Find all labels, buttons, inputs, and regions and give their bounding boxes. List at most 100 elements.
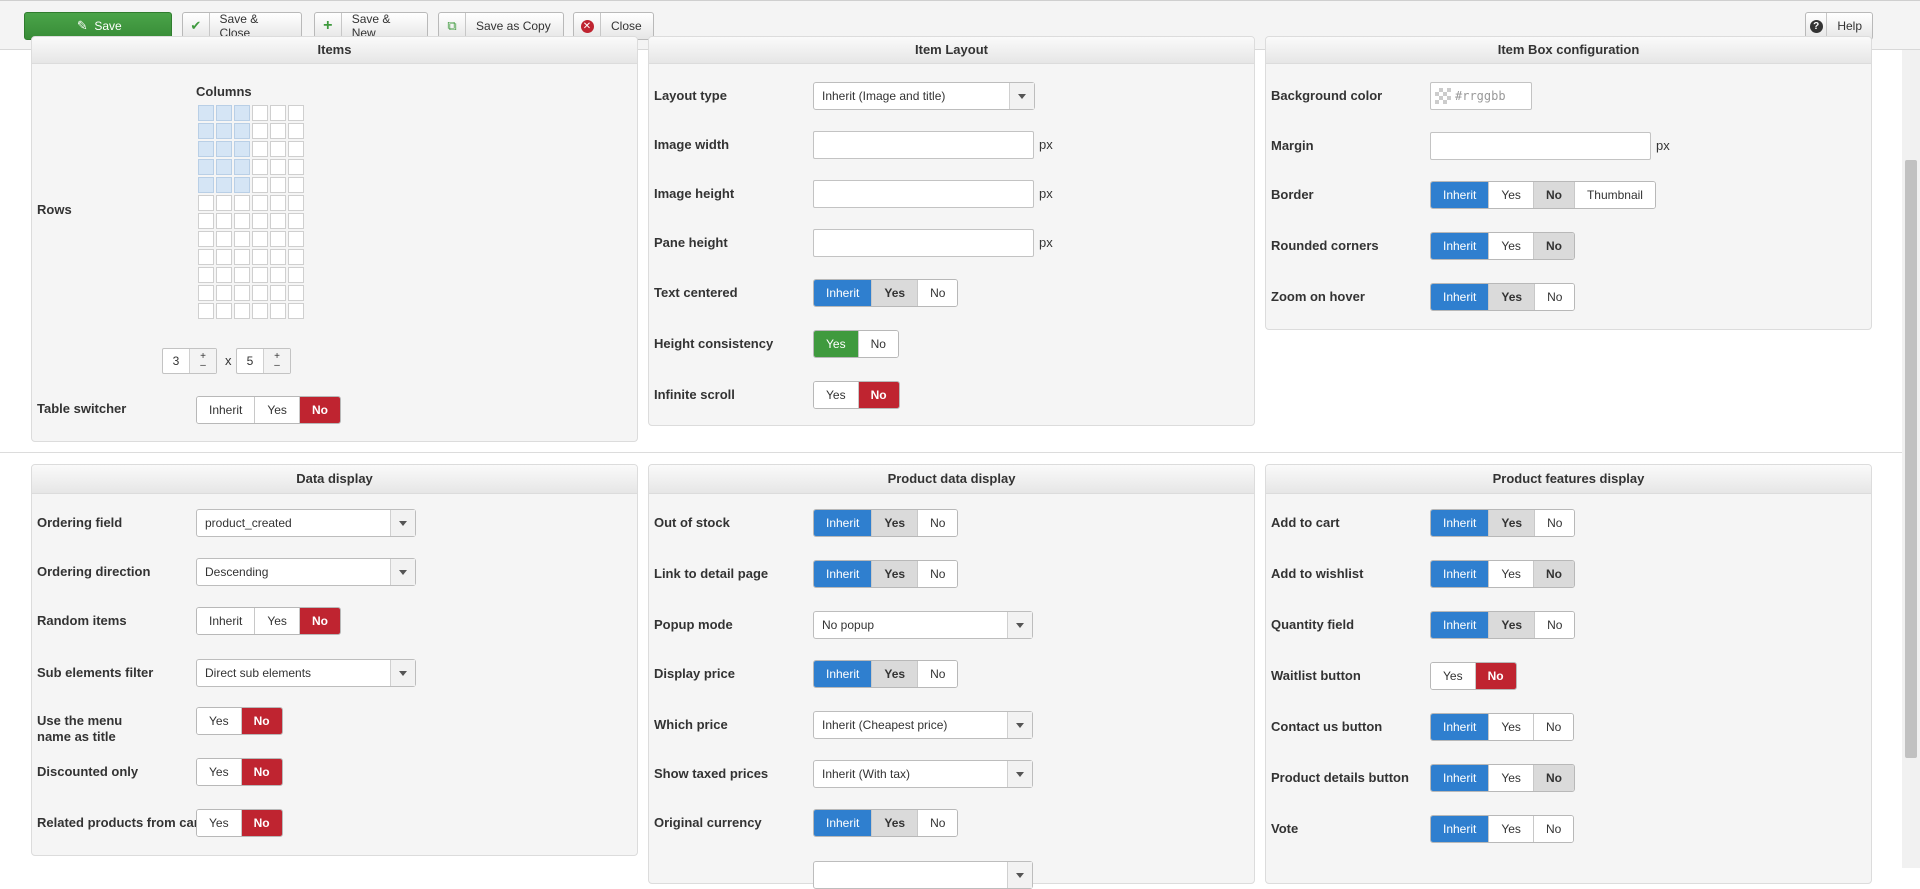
related-products-label: Related products from car [37, 815, 196, 830]
link-detail-no[interactable]: No [918, 561, 958, 587]
waitlist-button-no[interactable]: No [1475, 663, 1516, 689]
random-items-inherit[interactable]: Inherit [197, 608, 256, 634]
add-to-wishlist-no[interactable]: No [1533, 561, 1574, 587]
related-products-yes[interactable]: Yes [197, 810, 242, 836]
original-currency-yes[interactable]: Yes [872, 810, 919, 836]
vote-no[interactable]: No [1533, 816, 1574, 842]
sub-elements-filter-select[interactable]: Direct sub elements [196, 659, 416, 687]
link-detail-yes[interactable]: Yes [872, 561, 919, 587]
waitlist-button-label: Waitlist button [1271, 668, 1361, 683]
contact-us-yes[interactable]: Yes [1489, 714, 1534, 740]
chevron-down-icon [1007, 862, 1032, 888]
discounted-only-toggle[interactable]: Yes No [196, 758, 283, 786]
link-detail-toggle[interactable]: Inherit Yes No [813, 560, 959, 588]
out-of-stock-toggle[interactable]: Inherit Yes No [813, 509, 959, 537]
product-details-yes[interactable]: Yes [1489, 765, 1534, 791]
discounted-only-yes[interactable]: Yes [197, 759, 242, 785]
which-price-select[interactable]: Inherit (Cheapest price) [813, 711, 1033, 739]
display-price-toggle[interactable]: Inherit Yes No [813, 660, 959, 688]
display-price-no[interactable]: No [918, 661, 958, 687]
vote-toggle[interactable]: Inherit Yes No [1430, 815, 1575, 843]
product-details-label: Product details button [1271, 770, 1409, 785]
add-to-cart-no[interactable]: No [1535, 510, 1575, 536]
sub-elements-filter-label: Sub elements filter [37, 665, 154, 680]
original-currency-label: Original currency [654, 815, 762, 830]
contact-us-inherit[interactable]: Inherit [1431, 714, 1490, 740]
link-detail-inherit[interactable]: Inherit [814, 561, 873, 587]
random-items-toggle[interactable]: Inherit Yes No [196, 607, 341, 635]
chevron-down-icon [1007, 761, 1032, 787]
vote-label: Vote [1271, 821, 1299, 836]
original-currency-toggle[interactable]: Inherit Yes No [813, 809, 959, 837]
contact-us-toggle[interactable]: Inherit Yes No [1430, 713, 1575, 741]
add-to-cart-toggle[interactable]: Inherit Yes No [1430, 509, 1576, 537]
quantity-field-toggle[interactable]: Inherit Yes No [1430, 611, 1576, 639]
vote-inherit[interactable]: Inherit [1431, 816, 1490, 842]
link-detail-label: Link to detail page [654, 566, 769, 581]
ordering-field-select[interactable]: product_created [196, 509, 416, 537]
show-taxed-value: Inherit (With tax) [822, 767, 911, 781]
random-items-no[interactable]: No [299, 608, 340, 634]
use-menu-name-line1: Use the menu [37, 713, 123, 728]
random-items-label: Random items [37, 613, 127, 628]
use-menu-name-no[interactable]: No [241, 708, 282, 734]
ordering-direction-select[interactable]: Descending [196, 558, 416, 586]
show-taxed-select[interactable]: Inherit (With tax) [813, 760, 1033, 788]
waitlist-button-toggle[interactable]: Yes No [1430, 662, 1517, 690]
waitlist-button-yes[interactable]: Yes [1431, 663, 1476, 689]
which-price-label: Which price [654, 717, 728, 732]
chevron-down-icon [390, 660, 415, 686]
show-taxed-label: Show taxed prices [654, 766, 769, 781]
related-products-no[interactable]: No [241, 810, 282, 836]
use-menu-name-label: Use the menu name as title [37, 713, 122, 745]
next-select-partial[interactable] [813, 861, 1033, 889]
display-price-yes[interactable]: Yes [872, 661, 919, 687]
out-of-stock-inherit[interactable]: Inherit [814, 510, 873, 536]
chevron-down-icon [390, 510, 415, 536]
which-price-value: Inherit (Cheapest price) [822, 718, 948, 732]
display-price-label: Display price [654, 666, 735, 681]
add-to-wishlist-yes[interactable]: Yes [1489, 561, 1534, 587]
popup-mode-value: No popup [822, 618, 875, 632]
random-items-yes[interactable]: Yes [255, 608, 300, 634]
out-of-stock-no[interactable]: No [918, 510, 958, 536]
display-price-inherit[interactable]: Inherit [814, 661, 873, 687]
ordering-direction-label: Ordering direction [37, 564, 151, 579]
quantity-field-yes[interactable]: Yes [1489, 612, 1536, 638]
ordering-direction-value: Descending [205, 565, 269, 579]
contact-us-no[interactable]: No [1533, 714, 1574, 740]
discounted-only-no[interactable]: No [241, 759, 282, 785]
popup-mode-label: Popup mode [654, 617, 733, 632]
product-details-inherit[interactable]: Inherit [1431, 765, 1490, 791]
use-menu-name-line2: name as title [37, 729, 116, 744]
chevron-down-icon [1007, 712, 1032, 738]
add-to-wishlist-toggle[interactable]: Inherit Yes No [1430, 560, 1575, 588]
add-to-cart-inherit[interactable]: Inherit [1431, 510, 1490, 536]
use-menu-name-toggle[interactable]: Yes No [196, 707, 283, 735]
add-to-cart-yes[interactable]: Yes [1489, 510, 1536, 536]
ordering-field-label: Ordering field [37, 515, 123, 530]
quantity-field-label: Quantity field [1271, 617, 1355, 632]
out-of-stock-yes[interactable]: Yes [872, 510, 919, 536]
use-menu-name-yes[interactable]: Yes [197, 708, 242, 734]
chevron-down-icon [390, 559, 415, 585]
original-currency-inherit[interactable]: Inherit [814, 810, 873, 836]
sub-elements-filter-value: Direct sub elements [205, 666, 312, 680]
out-of-stock-label: Out of stock [654, 515, 730, 530]
original-currency-no[interactable]: No [918, 810, 958, 836]
quantity-field-inherit[interactable]: Inherit [1431, 612, 1490, 638]
popup-mode-select[interactable]: No popup [813, 611, 1033, 639]
vote-yes[interactable]: Yes [1489, 816, 1534, 842]
add-to-wishlist-inherit[interactable]: Inherit [1431, 561, 1490, 587]
scrollbar-thumb[interactable] [1905, 160, 1917, 758]
add-to-wishlist-label: Add to wishlist [1271, 566, 1364, 581]
quantity-field-no[interactable]: No [1535, 612, 1575, 638]
ordering-field-value: product_created [205, 516, 292, 530]
product-details-no[interactable]: No [1533, 765, 1574, 791]
chevron-down-icon [1007, 612, 1032, 638]
add-to-cart-label: Add to cart [1271, 515, 1340, 530]
discounted-only-label: Discounted only [37, 764, 139, 779]
product-details-toggle[interactable]: Inherit Yes No [1430, 764, 1575, 792]
related-products-toggle[interactable]: Yes No [196, 809, 283, 837]
contact-us-label: Contact us button [1271, 719, 1383, 734]
